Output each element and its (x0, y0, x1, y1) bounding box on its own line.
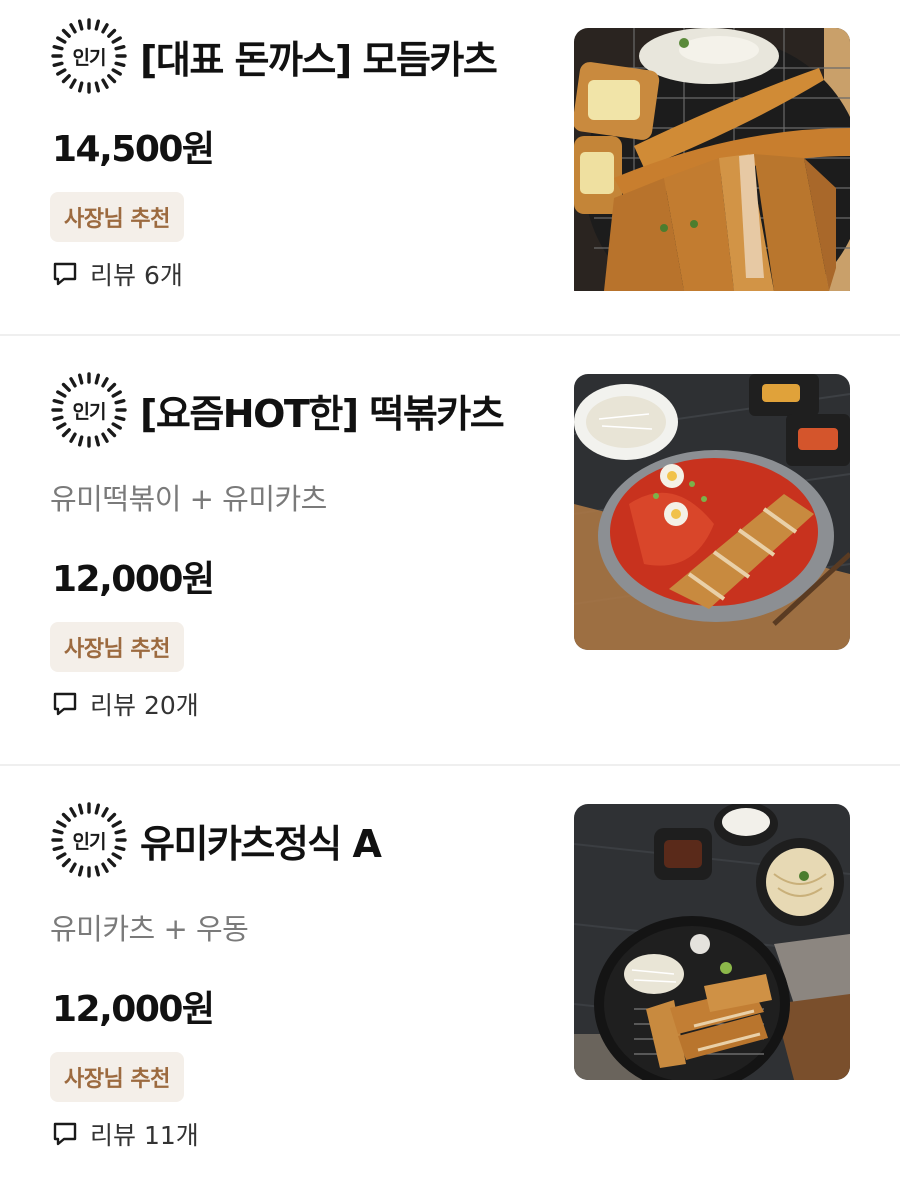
menu-item[interactable]: 인기 [대표 돈까스] 모듬카츠 14,500원 사장님 추천 리뷰 6개 (0, 0, 900, 336)
review-count[interactable]: 리뷰 20개 (52, 686, 199, 722)
popular-label: 인기 (72, 830, 107, 853)
popular-label: 인기 (72, 400, 107, 423)
speech-bubble-icon (53, 1122, 77, 1146)
menu-title[interactable]: 유미카츠정식 A (140, 813, 382, 868)
popular-badge: 인기 (50, 801, 128, 879)
menu-title[interactable]: [대표 돈까스] 모듬카츠 (140, 29, 498, 84)
popular-label: 인기 (72, 46, 107, 69)
popular-badge: 인기 (50, 371, 128, 449)
menu-description: 유미카츠 + 우동 (50, 912, 249, 946)
speech-bubble-icon (53, 262, 77, 286)
food-image[interactable] (574, 804, 850, 1080)
owner-recommend-badge: 사장님 추천 (50, 622, 184, 672)
menu-description: 유미떡볶이 + 유미카츠 (50, 482, 327, 516)
speech-bubble-icon (53, 692, 77, 716)
review-text: 리뷰 6개 (90, 261, 183, 290)
owner-recommend-badge: 사장님 추천 (50, 192, 184, 242)
owner-recommend-badge: 사장님 추천 (50, 1052, 184, 1102)
menu-title[interactable]: [요즘HOT한] 떡볶카츠 (140, 383, 505, 438)
menu-title-row: 인기 [요즘HOT한] 떡볶카츠 (50, 371, 505, 449)
menu-title-row: 인기 유미카츠정식 A (50, 801, 382, 879)
menu-price: 12,000원 (52, 559, 215, 600)
food-image[interactable] (574, 374, 850, 650)
review-count[interactable]: 리뷰 11개 (52, 1116, 199, 1152)
review-text: 리뷰 11개 (90, 1121, 199, 1150)
menu-price: 14,500원 (52, 129, 215, 170)
review-count[interactable]: 리뷰 6개 (52, 256, 183, 292)
menu-price: 12,000원 (52, 989, 215, 1030)
popular-badge: 인기 (50, 17, 128, 95)
menu-item[interactable]: 인기 유미카츠정식 A 유미카츠 + 우동 12,000원 사장님 추천 리뷰 … (0, 766, 900, 1189)
food-image[interactable] (574, 28, 850, 304)
menu-item[interactable]: 인기 [요즘HOT한] 떡볶카츠 유미떡볶이 + 유미카츠 12,000원 사장… (0, 336, 900, 766)
review-text: 리뷰 20개 (90, 691, 199, 720)
menu-title-row: 인기 [대표 돈까스] 모듬카츠 (50, 17, 498, 95)
menu-list: 인기 [대표 돈까스] 모듬카츠 14,500원 사장님 추천 리뷰 6개 인기… (0, 0, 900, 1189)
